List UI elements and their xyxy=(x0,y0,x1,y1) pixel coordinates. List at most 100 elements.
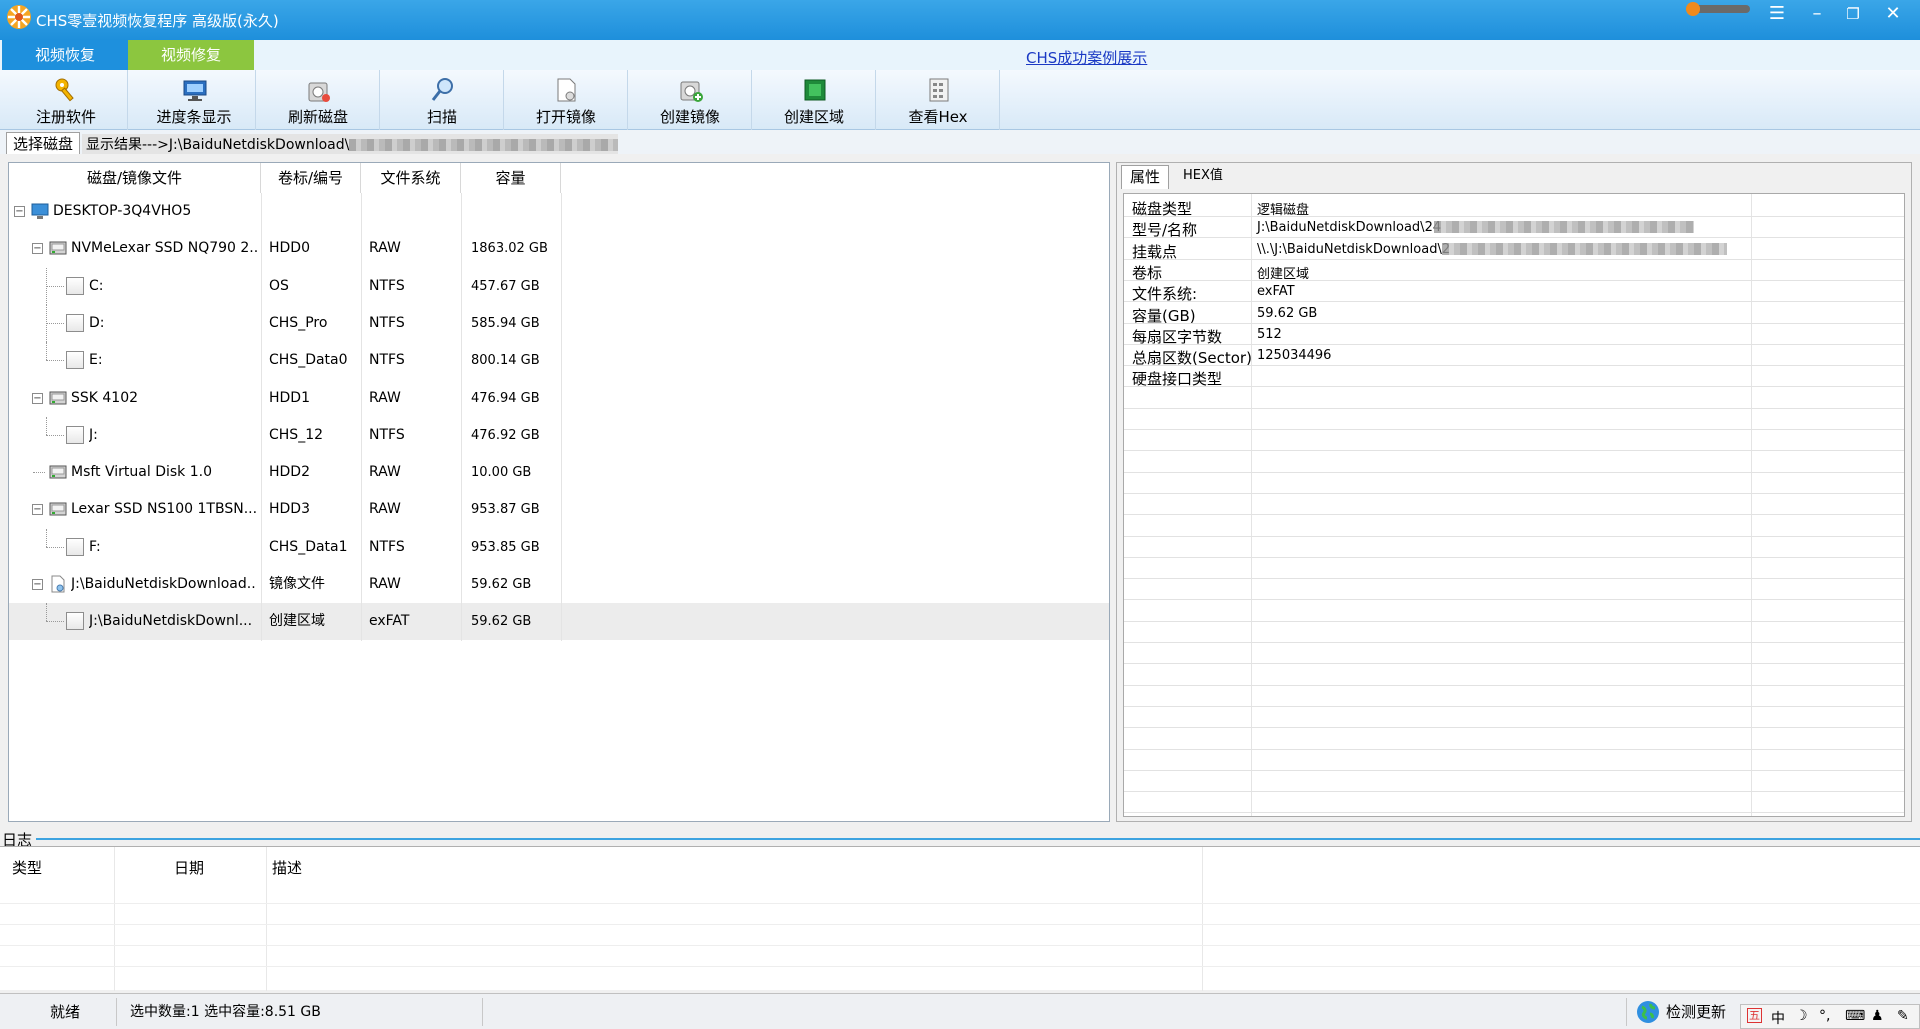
property-row[interactable]: 磁盘类型 逻辑磁盘 xyxy=(1124,196,1904,218)
hex-icon xyxy=(929,78,949,102)
property-row-empty xyxy=(1124,494,1904,515)
tree-row-disk[interactable]: − SSK 4102 HDD1 RAW 476.94 GB xyxy=(9,380,559,417)
tree-row-partition[interactable]: J: CHS_12 NTFS 476.92 GB xyxy=(9,417,559,454)
tab-video-repair[interactable]: 视频修复 xyxy=(128,40,254,70)
property-row[interactable]: 容量(GB) 59.62 GB xyxy=(1124,303,1904,325)
tree-row-partition[interactable]: D: CHS_Pro NTFS 585.94 GB xyxy=(9,305,559,342)
tab-hex[interactable]: HEX值 xyxy=(1175,165,1231,189)
collapse-icon[interactable]: − xyxy=(32,504,43,515)
column-header-disk[interactable]: 磁盘/镜像文件 xyxy=(9,163,261,193)
wrench-icon[interactable]: ✎ xyxy=(1897,1008,1909,1024)
log-column-description[interactable]: 描述 xyxy=(272,857,302,878)
keyboard-icon[interactable]: ⌨ xyxy=(1845,1008,1865,1024)
create-image-icon xyxy=(680,81,703,102)
property-row-empty xyxy=(1124,430,1904,451)
column-header-label[interactable]: 卷标/编号 xyxy=(261,163,361,193)
view-hex-button[interactable]: 查看Hex xyxy=(876,70,1000,130)
select-checkbox[interactable] xyxy=(66,612,84,630)
volume-label: CHS_Data1 xyxy=(269,539,348,555)
file-system: NTFS xyxy=(369,427,405,443)
volume-label: CHS_12 xyxy=(269,427,324,443)
collapse-icon[interactable]: − xyxy=(32,579,43,590)
property-value: 125034496 xyxy=(1257,348,1332,363)
tree-row-disk[interactable]: − J:\BaiduNetdiskDownload... 镜像文件 RAW 59.62 … xyxy=(9,566,559,603)
volume-label xyxy=(269,193,361,230)
select-checkbox[interactable] xyxy=(66,538,84,556)
file-system: RAW xyxy=(369,464,401,480)
ime-chinese-toggle[interactable]: 中 xyxy=(1771,1008,1785,1028)
file-system: RAW xyxy=(369,390,401,406)
redacted-text xyxy=(349,139,618,151)
file-system: RAW xyxy=(369,240,401,256)
property-row[interactable]: 硬盘接口类型 xyxy=(1124,366,1904,388)
select-checkbox[interactable] xyxy=(66,426,84,444)
hard-disk-icon xyxy=(49,465,67,479)
property-key: 型号/名称 xyxy=(1132,221,1198,239)
scan-button[interactable]: 扫描 xyxy=(380,70,504,130)
collapse-icon[interactable]: − xyxy=(14,206,25,217)
log-column-type[interactable]: 类型 xyxy=(12,857,42,878)
disk-name: E: xyxy=(89,352,103,368)
ime-punctuation-toggle[interactable]: °, xyxy=(1819,1008,1830,1024)
property-row[interactable]: 挂载点 \\.\J:\BaiduNetdiskDownload\2 xyxy=(1124,239,1904,261)
tab-video-recovery[interactable]: 视频恢复 xyxy=(2,40,128,70)
progress-display-button[interactable]: 进度条显示 xyxy=(132,70,256,130)
property-row[interactable]: 文件系统: exFAT xyxy=(1124,281,1904,303)
select-checkbox[interactable] xyxy=(66,314,84,332)
tab-select-disk[interactable]: 选择磁盘 xyxy=(6,132,81,154)
moon-icon[interactable]: ☽ xyxy=(1795,1008,1808,1024)
file-system: RAW xyxy=(369,501,401,517)
select-checkbox[interactable] xyxy=(66,277,84,295)
column-header-capacity[interactable]: 容量 xyxy=(461,163,561,193)
ime-wubi-icon[interactable]: 五 xyxy=(1747,1008,1762,1023)
slider-knob[interactable] xyxy=(1686,2,1700,16)
refresh-disk-button[interactable]: 刷新磁盘 xyxy=(256,70,380,130)
tool-label: 进度条显示 xyxy=(156,108,232,126)
volume-label: HDD1 xyxy=(269,390,310,406)
tree-row-partition[interactable]: F: CHS_Data1 NTFS 953.85 GB xyxy=(9,529,559,566)
menu-icon[interactable]: ☰ xyxy=(1760,2,1794,28)
tab-properties[interactable]: 属性 xyxy=(1121,165,1170,189)
disk-name: Msft Virtual Disk 1.0 xyxy=(71,464,212,480)
log-column-date[interactable]: 日期 xyxy=(174,857,204,878)
tree-row-disk[interactable]: − NVMeLexar SSD NQ790 2... HDD0 RAW 1863.02 … xyxy=(9,230,559,267)
collapse-icon[interactable]: − xyxy=(32,393,43,404)
property-row[interactable]: 总扇区数(Sector) 125034496 xyxy=(1124,345,1904,367)
divider xyxy=(0,966,1920,967)
close-icon[interactable]: ✕ xyxy=(1876,2,1910,28)
opacity-slider[interactable] xyxy=(1686,2,1750,16)
property-value: 创建区域 xyxy=(1257,267,1310,282)
tree-row-partition[interactable]: E: CHS_Data0 NTFS 800.14 GB xyxy=(9,342,559,379)
tree-row-disk[interactable]: − Lexar SSD NS100 1TBSN... HDD3 RAW 953.87 G… xyxy=(9,491,559,528)
property-row[interactable]: 型号/名称 J:\BaiduNetdiskDownload\24 xyxy=(1124,217,1904,239)
file-system xyxy=(369,193,461,230)
property-row-empty xyxy=(1124,537,1904,558)
property-row[interactable]: 卷标 创建区域 xyxy=(1124,260,1904,282)
property-value: J:\BaiduNetdiskDownload\24 xyxy=(1257,220,1442,235)
register-software-button[interactable]: 注册软件 xyxy=(4,70,128,130)
select-checkbox[interactable] xyxy=(66,351,84,369)
tree-row-disk[interactable]: Msft Virtual Disk 1.0 HDD2 RAW 10.00 GB xyxy=(9,454,559,491)
create-image-button[interactable]: 创建镜像 xyxy=(628,70,752,130)
minimize-icon[interactable]: – xyxy=(1800,2,1834,28)
refresh-disk-icon xyxy=(308,82,330,102)
restore-icon[interactable]: ❐ xyxy=(1836,2,1870,28)
check-update-button[interactable]: 检测更新 xyxy=(1666,1000,1726,1024)
globe-icon[interactable] xyxy=(1636,1000,1660,1024)
column-header-filesystem[interactable]: 文件系统 xyxy=(361,163,461,193)
hard-disk-icon xyxy=(49,241,67,255)
property-row-empty xyxy=(1124,729,1904,750)
result-path-text: 显示结果--->J:\BaiduNetdiskDownload\ xyxy=(86,137,350,153)
status-selection: 选中数量:1 选中容量:8.51 GB xyxy=(130,1004,321,1020)
open-image-button[interactable]: 打开镜像 xyxy=(504,70,628,130)
tree-row-partition[interactable]: C: OS NTFS 457.67 GB xyxy=(9,268,559,305)
create-region-button[interactable]: 创建区域 xyxy=(752,70,876,130)
disk-name: C: xyxy=(89,278,104,294)
tree-row-partition[interactable]: J:\BaiduNetdiskDownl... 创建区域 exFAT 59.62 GB xyxy=(9,603,1109,640)
capacity: 59.62 GB xyxy=(471,614,532,629)
property-row[interactable]: 每扇区字节数 512 xyxy=(1124,324,1904,346)
user-icon[interactable]: ♟ xyxy=(1871,1008,1884,1024)
tree-row-computer[interactable]: − DESKTOP-3Q4VHO5 xyxy=(9,193,559,230)
success-cases-link[interactable]: CHS成功案例展示 xyxy=(1026,47,1147,68)
collapse-icon[interactable]: − xyxy=(32,243,43,254)
